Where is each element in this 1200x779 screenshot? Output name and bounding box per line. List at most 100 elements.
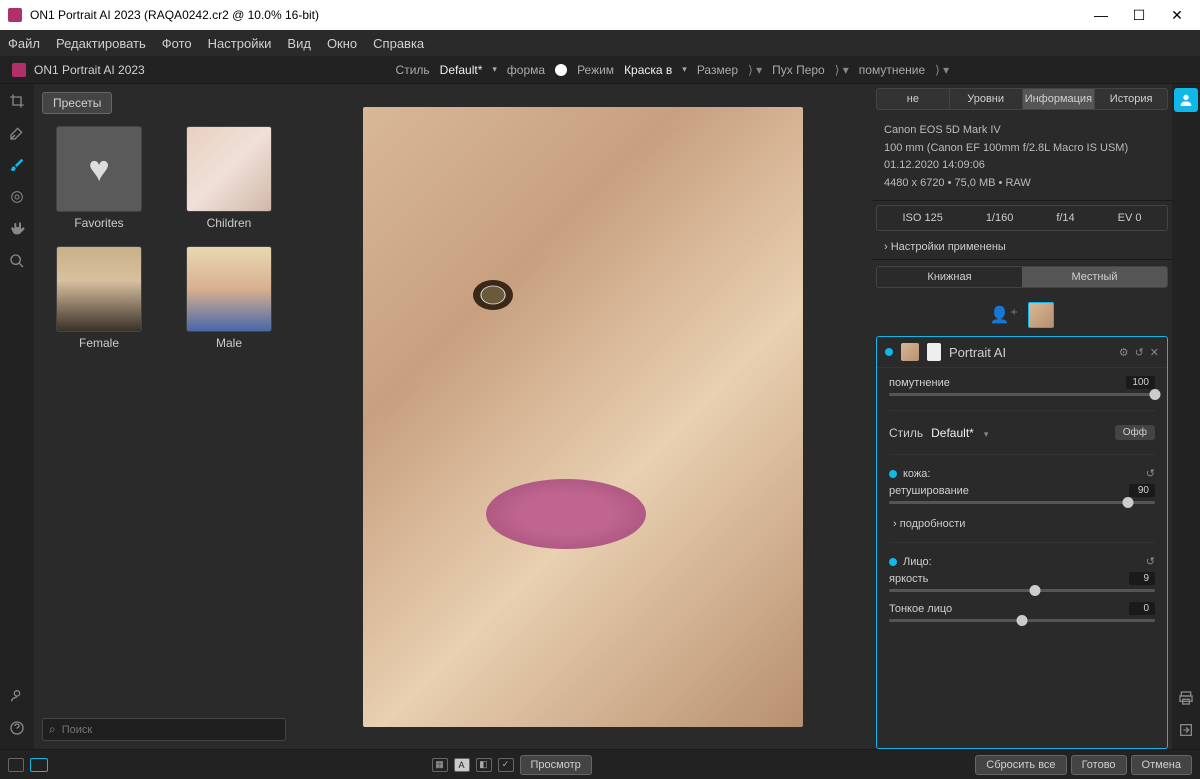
settings-applied-toggle[interactable]: › Настройки применены: [872, 235, 1172, 260]
size-stepper[interactable]: ⟩ ▾: [748, 63, 762, 77]
done-button[interactable]: Готово: [1071, 755, 1127, 775]
view-mode-single-icon[interactable]: [8, 758, 24, 772]
softproof-icon[interactable]: ✓: [498, 758, 514, 772]
style-value[interactable]: Default*: [440, 63, 483, 77]
opacity-slider[interactable]: [889, 393, 1155, 396]
brush-tool-icon[interactable]: [8, 156, 26, 174]
tool-strip-left: [0, 84, 34, 749]
menu-window[interactable]: Окно: [327, 36, 357, 51]
tab-nav[interactable]: не: [877, 89, 950, 109]
presets-panel: Пресеты ♥ Favorites Children Female Male…: [34, 84, 294, 749]
menu-settings[interactable]: Настройки: [208, 36, 272, 51]
detail-view-icon[interactable]: A: [454, 758, 470, 772]
menu-edit[interactable]: Редактировать: [56, 36, 146, 51]
person-settings-icon[interactable]: [8, 687, 26, 705]
thin-face-slider[interactable]: [889, 619, 1155, 622]
tool-strip-right: [1172, 84, 1200, 749]
grid-view-icon[interactable]: ▦: [432, 758, 448, 772]
compare-view-icon[interactable]: ◧: [476, 758, 492, 772]
menu-view[interactable]: Вид: [287, 36, 311, 51]
style-label: Стиль: [396, 63, 430, 77]
close-button[interactable]: ✕: [1170, 8, 1184, 22]
maximize-button[interactable]: ☐: [1132, 8, 1146, 22]
person-mode-icon[interactable]: [1174, 88, 1198, 112]
style-dropdown[interactable]: Default* ▾: [931, 426, 1107, 440]
app-icon: [8, 8, 22, 22]
preview-button[interactable]: Просмотр: [520, 755, 592, 775]
face-thumbnail[interactable]: [1028, 302, 1054, 328]
gear-icon[interactable]: ⚙: [1119, 346, 1129, 359]
zoom-tool-icon[interactable]: [8, 252, 26, 270]
reset-icon[interactable]: ↺: [1135, 346, 1144, 359]
menu-file[interactable]: Файл: [8, 36, 40, 51]
menubar: Файл Редактировать Фото Настройки Вид Ок…: [0, 30, 1200, 56]
retouch-slider[interactable]: [889, 501, 1155, 504]
menu-photo[interactable]: Фото: [162, 36, 192, 51]
crop-tool-icon[interactable]: [8, 92, 26, 110]
add-face-icon[interactable]: 👤⁺: [990, 305, 1018, 325]
reset-icon[interactable]: ↺: [1146, 555, 1155, 568]
toggle-local[interactable]: Местный: [1022, 267, 1167, 287]
presets-tab[interactable]: Пресеты: [42, 92, 112, 114]
exif-aperture: f/14: [1056, 212, 1074, 224]
brightness-slider[interactable]: [889, 589, 1155, 592]
feather-stepper[interactable]: ⟩ ▾: [835, 63, 849, 77]
brightness-slider-value: 9: [1129, 572, 1155, 585]
opacity-stepper[interactable]: ⟩ ▾: [935, 63, 949, 77]
tab-history[interactable]: История: [1095, 89, 1167, 109]
face-section-label: Лицо:: [903, 556, 932, 568]
preset-male[interactable]: Male: [176, 246, 282, 350]
retouch-slider-value: 90: [1129, 484, 1155, 497]
metadata-block: Canon EOS 5D Mark IV 100 mm (Canon EF 10…: [872, 114, 1172, 201]
search-box[interactable]: ⌕: [42, 718, 286, 741]
off-button[interactable]: Офф: [1115, 425, 1155, 440]
details-toggle[interactable]: › подробности: [877, 512, 1167, 536]
tab-levels[interactable]: Уровни: [950, 89, 1023, 109]
thin-face-slider-value: 0: [1129, 602, 1155, 615]
preset-female[interactable]: Female: [46, 246, 152, 350]
face-enabled-dot[interactable]: [889, 558, 897, 566]
circle-tool-icon[interactable]: [8, 188, 26, 206]
help-icon[interactable]: [8, 719, 26, 737]
exif-row: ISO 125 1/160 f/14 EV 0: [876, 205, 1168, 231]
retouch-tool-icon[interactable]: [8, 124, 26, 142]
feather-label: Пух Перо: [772, 63, 825, 77]
preset-children[interactable]: Children: [176, 126, 282, 230]
mode-value[interactable]: Краска в: [624, 63, 672, 77]
reset-icon[interactable]: ↺: [1146, 467, 1155, 480]
minimize-button[interactable]: —: [1094, 8, 1108, 22]
shape-indicator[interactable]: [555, 64, 567, 76]
preset-thumbnail: [186, 246, 272, 332]
chevron-down-icon[interactable]: ▾: [682, 64, 687, 75]
toggle-book[interactable]: Книжная: [877, 267, 1022, 287]
opacity-label: помутнение: [859, 63, 925, 77]
enabled-dot-icon[interactable]: [885, 348, 893, 356]
chevron-down-icon[interactable]: ▾: [492, 64, 497, 75]
menu-help[interactable]: Справка: [373, 36, 424, 51]
print-icon[interactable]: [1177, 689, 1195, 707]
search-input[interactable]: [62, 724, 279, 736]
right-panel: не Уровни Информация История Canon EOS 5…: [872, 84, 1172, 749]
reset-all-button[interactable]: Сбросить все: [975, 755, 1066, 775]
meta-camera: Canon EOS 5D Mark IV: [884, 122, 1160, 140]
preset-favorites[interactable]: ♥ Favorites: [46, 126, 152, 230]
photo-canvas: [363, 107, 803, 727]
photo-viewer[interactable]: [294, 84, 872, 749]
brightness-slider-label: яркость: [889, 573, 928, 585]
window-titlebar: ON1 Portrait AI 2023 (RAQA0242.cr2 @ 10.…: [0, 0, 1200, 30]
export-icon[interactable]: [1177, 721, 1195, 739]
hand-tool-icon[interactable]: [8, 220, 26, 238]
preset-label: Male: [216, 336, 242, 350]
portrait-panel-header: Portrait AI ⚙ ↺ ✕: [877, 337, 1167, 368]
retouch-slider-label: ретуширование: [889, 485, 969, 497]
meta-lens: 100 mm (Canon EF 100mm f/2.8L Macro IS U…: [884, 140, 1160, 158]
opacity-slider-value: 100: [1126, 376, 1155, 389]
tab-info[interactable]: Информация: [1023, 89, 1096, 109]
close-icon[interactable]: ✕: [1150, 346, 1159, 359]
view-mode-compare-icon[interactable]: [30, 758, 48, 772]
cancel-button[interactable]: Отмена: [1131, 755, 1192, 775]
shape-label: форма: [507, 63, 545, 77]
chevron-down-icon: ▾: [984, 429, 989, 439]
skin-enabled-dot[interactable]: [889, 470, 897, 478]
app-name-label: ON1 Portrait AI 2023: [34, 63, 145, 77]
